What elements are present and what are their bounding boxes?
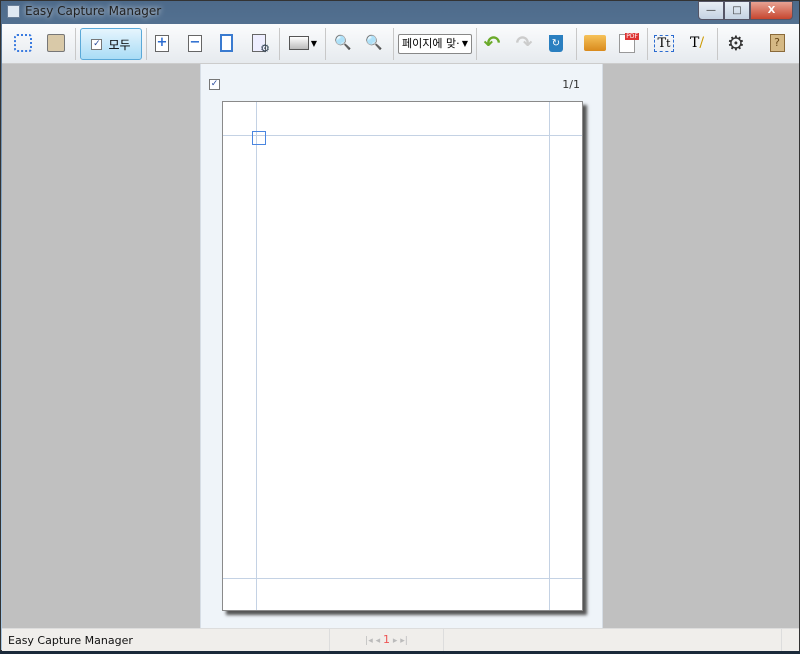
print-icon[interactable]: ▼ [285,30,321,56]
page-navigator: |◂ ◂ 1 ▸ ▸| [329,629,444,651]
page-panel: ✓ 1/1 [200,64,603,628]
minimize-button[interactable]: — [698,1,724,20]
help-icon[interactable]: ? [764,30,790,56]
toolbar: ✓ 모두 + − ⚙ ▼ 🔍 🔍 페이지에 맞· ▼ ↶ ↷ ↻ PDF Tt T… [2,24,799,64]
app-icon [7,5,20,18]
prev-page-button[interactable]: ◂ [376,636,381,646]
window-title: Easy Capture Manager [25,4,162,18]
app-window: Easy Capture Manager — □ X ✓ 모두 + − ⚙ ▼ … [0,0,800,651]
status-text: Easy Capture Manager [8,634,133,647]
chevron-down-icon: ▼ [461,39,468,48]
capture-region-icon[interactable] [10,30,36,56]
next-page-button[interactable]: ▸ [393,636,398,646]
redo-icon[interactable]: ↷ [511,30,537,56]
last-page-button[interactable]: ▸| [400,636,408,646]
page-number: 1/1 [562,78,580,91]
zoom-select-value: 페이지에 맞· [402,37,460,50]
text-edit-icon[interactable]: T / [684,30,710,56]
margin-guide-bottom[interactable] [223,578,582,579]
document-area: ✓ 1/1 [2,64,799,628]
select-all-label: 모두 [108,37,131,52]
recycle-icon[interactable]: ↻ [543,30,569,56]
zoom-select[interactable]: 페이지에 맞· ▼ [398,34,472,54]
save-icon[interactable] [43,30,69,56]
margin-handle[interactable] [252,131,266,145]
close-button[interactable]: X [750,1,793,20]
status-bar: Easy Capture Manager |◂ ◂ 1 ▸ ▸| [2,628,799,651]
margin-guide-top[interactable] [223,135,582,136]
open-folder-icon[interactable] [582,30,608,56]
page-checkbox[interactable]: ✓ [209,79,220,90]
undo-icon[interactable]: ↶ [479,30,505,56]
remove-page-icon[interactable]: − [182,30,208,56]
checkbox-icon: ✓ [91,38,103,50]
page-settings-icon[interactable]: ⚙ [246,30,272,56]
pdf-icon[interactable]: PDF [614,30,640,56]
zoom-in-icon[interactable]: 🔍 [330,30,356,56]
maximize-button[interactable]: □ [724,1,750,20]
zoom-out-icon[interactable]: 🔍 [361,30,387,56]
page-canvas[interactable] [222,101,583,611]
settings-icon[interactable]: ⚙ [723,30,749,56]
select-all-button[interactable]: ✓ 모두 [80,28,142,60]
text-box-icon[interactable]: Tt [651,30,677,56]
blank-page-icon[interactable] [213,30,239,56]
add-page-icon[interactable]: + [149,30,175,56]
margin-guide-right[interactable] [549,102,550,610]
current-page: 1 [383,633,390,646]
title-bar: Easy Capture Manager — □ X [1,1,799,23]
margin-guide-left[interactable] [256,102,257,610]
first-page-button[interactable]: |◂ [365,636,373,646]
resize-grip[interactable] [781,629,799,651]
